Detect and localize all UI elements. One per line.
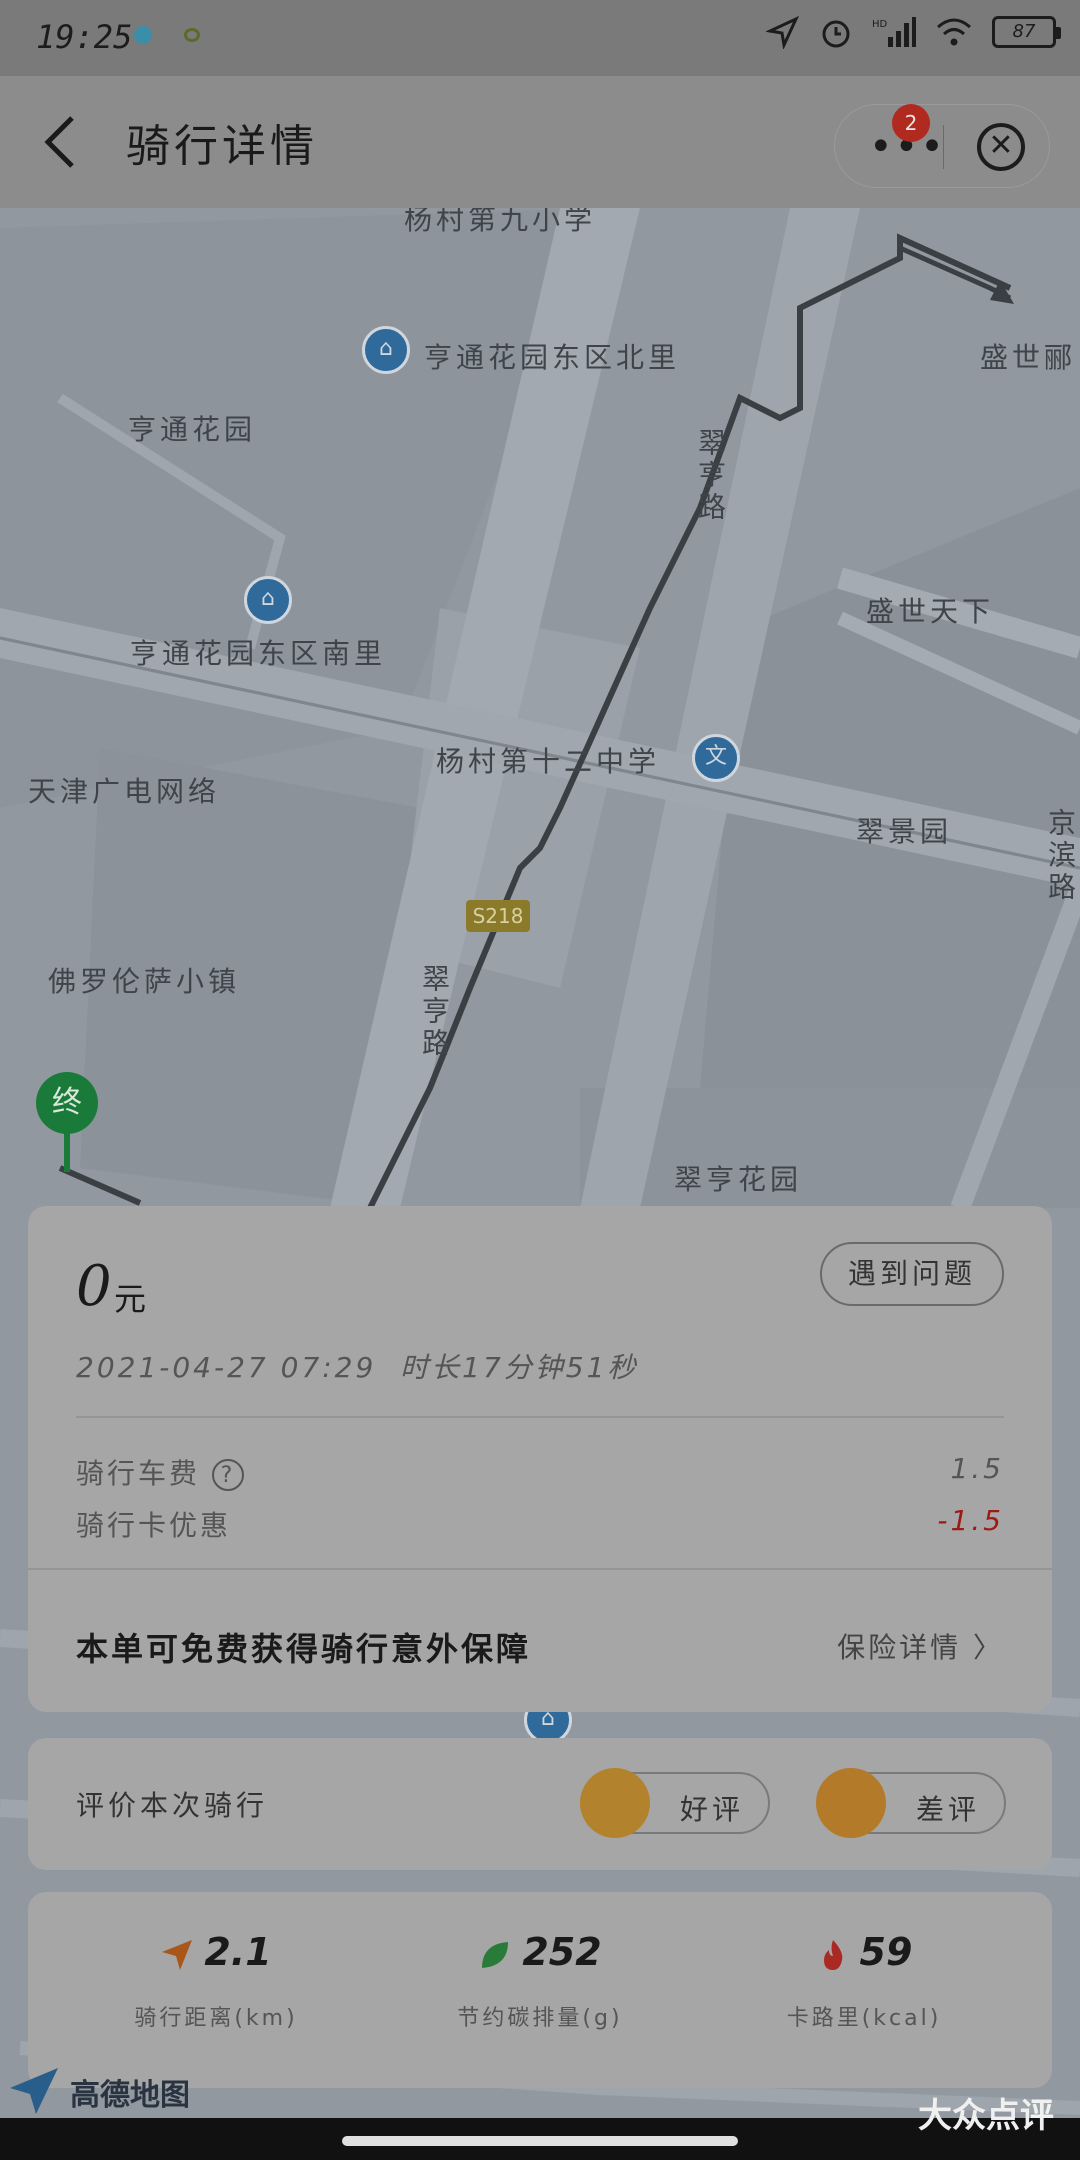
residential-poi-icon[interactable]: ⌂ [362, 326, 410, 374]
bad-rating-button[interactable]: 差评 [816, 1768, 1006, 1838]
divider [28, 1568, 1052, 1570]
map-label: 亨通花园 [128, 413, 257, 446]
rating-label: 评价本次骑行 [76, 1789, 269, 1822]
school-poi-icon[interactable]: 文 [692, 734, 740, 782]
nav-header: 骑行详情 ••• ✕ [0, 76, 1080, 208]
stat-label: 骑行距离(km) [134, 2006, 298, 2031]
map-label: 翠亨路 [694, 428, 727, 524]
map-label: 天津广电网络 [28, 775, 221, 808]
divider [76, 1416, 1004, 1418]
ride-stats-card: 2.1 骑行距离(km) 252 节约碳排量(g) 59 卡路里(kcal) [28, 1892, 1052, 2088]
notification-badge: 2 [892, 104, 930, 142]
stat-value: 252 [522, 1930, 602, 1974]
navigation-arrow-icon [162, 1939, 193, 1970]
home-indicator[interactable] [342, 2136, 738, 2146]
map-label: 翠景园 [856, 815, 953, 848]
stat-label: 节约碳排量(g) [457, 2006, 623, 2031]
ride-duration: 时长17分钟51秒 [400, 1351, 639, 1384]
app-notification-icon [134, 26, 152, 44]
fare-unit: 元 [114, 1280, 147, 1318]
ride-date: 2021-04-27 07:29 [76, 1351, 377, 1384]
good-rating-button[interactable]: 好评 [580, 1768, 770, 1838]
map-label: 盛世郦 [980, 341, 1077, 374]
leaf-icon [482, 1941, 509, 1968]
fare-card: 0 元 遇到问题 2021-04-27 07:29 时长17分钟51秒 骑行车费… [28, 1206, 1052, 1712]
battery-icon: 87 [992, 16, 1061, 48]
stat-distance: 2.1 骑行距离(km) [66, 1930, 366, 2032]
insurance-text: 本单可免费获得骑行意外保障 [76, 1630, 532, 1668]
status-bar: 19:25 HD 87 [0, 0, 1080, 76]
back-button[interactable] [40, 112, 80, 172]
map-label: 盛世天下 [866, 595, 995, 628]
end-marker[interactable]: 终 [36, 1072, 98, 1134]
signal-icon: HD [872, 17, 916, 47]
dianping-watermark: 大众点评 [918, 2096, 1054, 2136]
fee-row: 骑行卡优惠 -1.5 [76, 1504, 1004, 1544]
residential-poi-icon[interactable]: ⌂ [244, 576, 292, 624]
chevron-right-icon: 〉 [972, 1631, 1004, 1664]
svg-text:HD: HD [872, 19, 888, 30]
page-title: 骑行详情 [126, 121, 318, 172]
map-label: 翠亨花园 [674, 1163, 803, 1196]
map-label: 亨通花园东区南里 [130, 637, 387, 670]
happy-face-icon [580, 1768, 650, 1838]
stat-calories: 59 卡路里(kcal) [714, 1930, 1014, 2032]
app-notification-icon-2 [184, 28, 200, 42]
fee-label: 骑行车费 [76, 1457, 201, 1490]
insurance-link-label: 保险详情 [837, 1631, 962, 1664]
amap-logo-text: 高德地图 [70, 2078, 190, 2113]
map-label: 杨村第十二中学 [436, 745, 661, 778]
close-button[interactable]: ✕ [977, 123, 1025, 171]
wifi-icon [937, 18, 971, 46]
status-time: 19:25 [36, 18, 133, 56]
bad-rating-label: 差评 [916, 1793, 981, 1826]
fee-value: 1.5 [950, 1452, 1004, 1485]
map-label: 翠亨路 [418, 964, 451, 1060]
angry-face-icon [816, 1768, 886, 1838]
map-label: 亨通花园东区北里 [424, 341, 681, 374]
report-problem-button[interactable]: 遇到问题 [820, 1242, 1004, 1306]
discount-value: -1.5 [937, 1504, 1004, 1537]
stat-value: 59 [859, 1930, 913, 1974]
map-label: 京滨路 [1044, 808, 1077, 904]
ride-datetime: 2021-04-27 07:29 时长17分钟51秒 [76, 1346, 638, 1386]
map-label: 杨村第九小学 [404, 208, 597, 236]
amap-arrow-icon [10, 2068, 58, 2114]
alarm-icon [822, 20, 850, 48]
map-label: 佛罗伦萨小镇 [48, 965, 241, 998]
capsule-divider [943, 125, 944, 169]
rating-card: 评价本次骑行 好评 差评 [28, 1738, 1052, 1870]
help-icon[interactable]: ? [212, 1459, 245, 1491]
road-number-badge: S218 [466, 900, 530, 932]
fee-row: 骑行车费? 1.5 [76, 1452, 1004, 1492]
fare-amount: 0 [76, 1254, 112, 1319]
more-menu-button[interactable]: ••• [869, 127, 946, 167]
location-icon [766, 15, 800, 49]
end-marker-stem [64, 1132, 70, 1172]
insurance-details-link[interactable]: 保险详情 〉 [837, 1626, 1004, 1666]
stat-carbon: 252 节约碳排量(g) [390, 1930, 690, 2032]
amap-logo: 高德地图 [0, 2062, 220, 2118]
good-rating-label: 好评 [680, 1793, 745, 1826]
stat-value: 2.1 [204, 1930, 272, 1974]
stat-label: 卡路里(kcal) [786, 2006, 942, 2031]
fee-label: 骑行卡优惠 [76, 1509, 232, 1542]
mini-program-capsule: ••• ✕ [834, 104, 1050, 188]
flame-icon [823, 1939, 842, 1970]
